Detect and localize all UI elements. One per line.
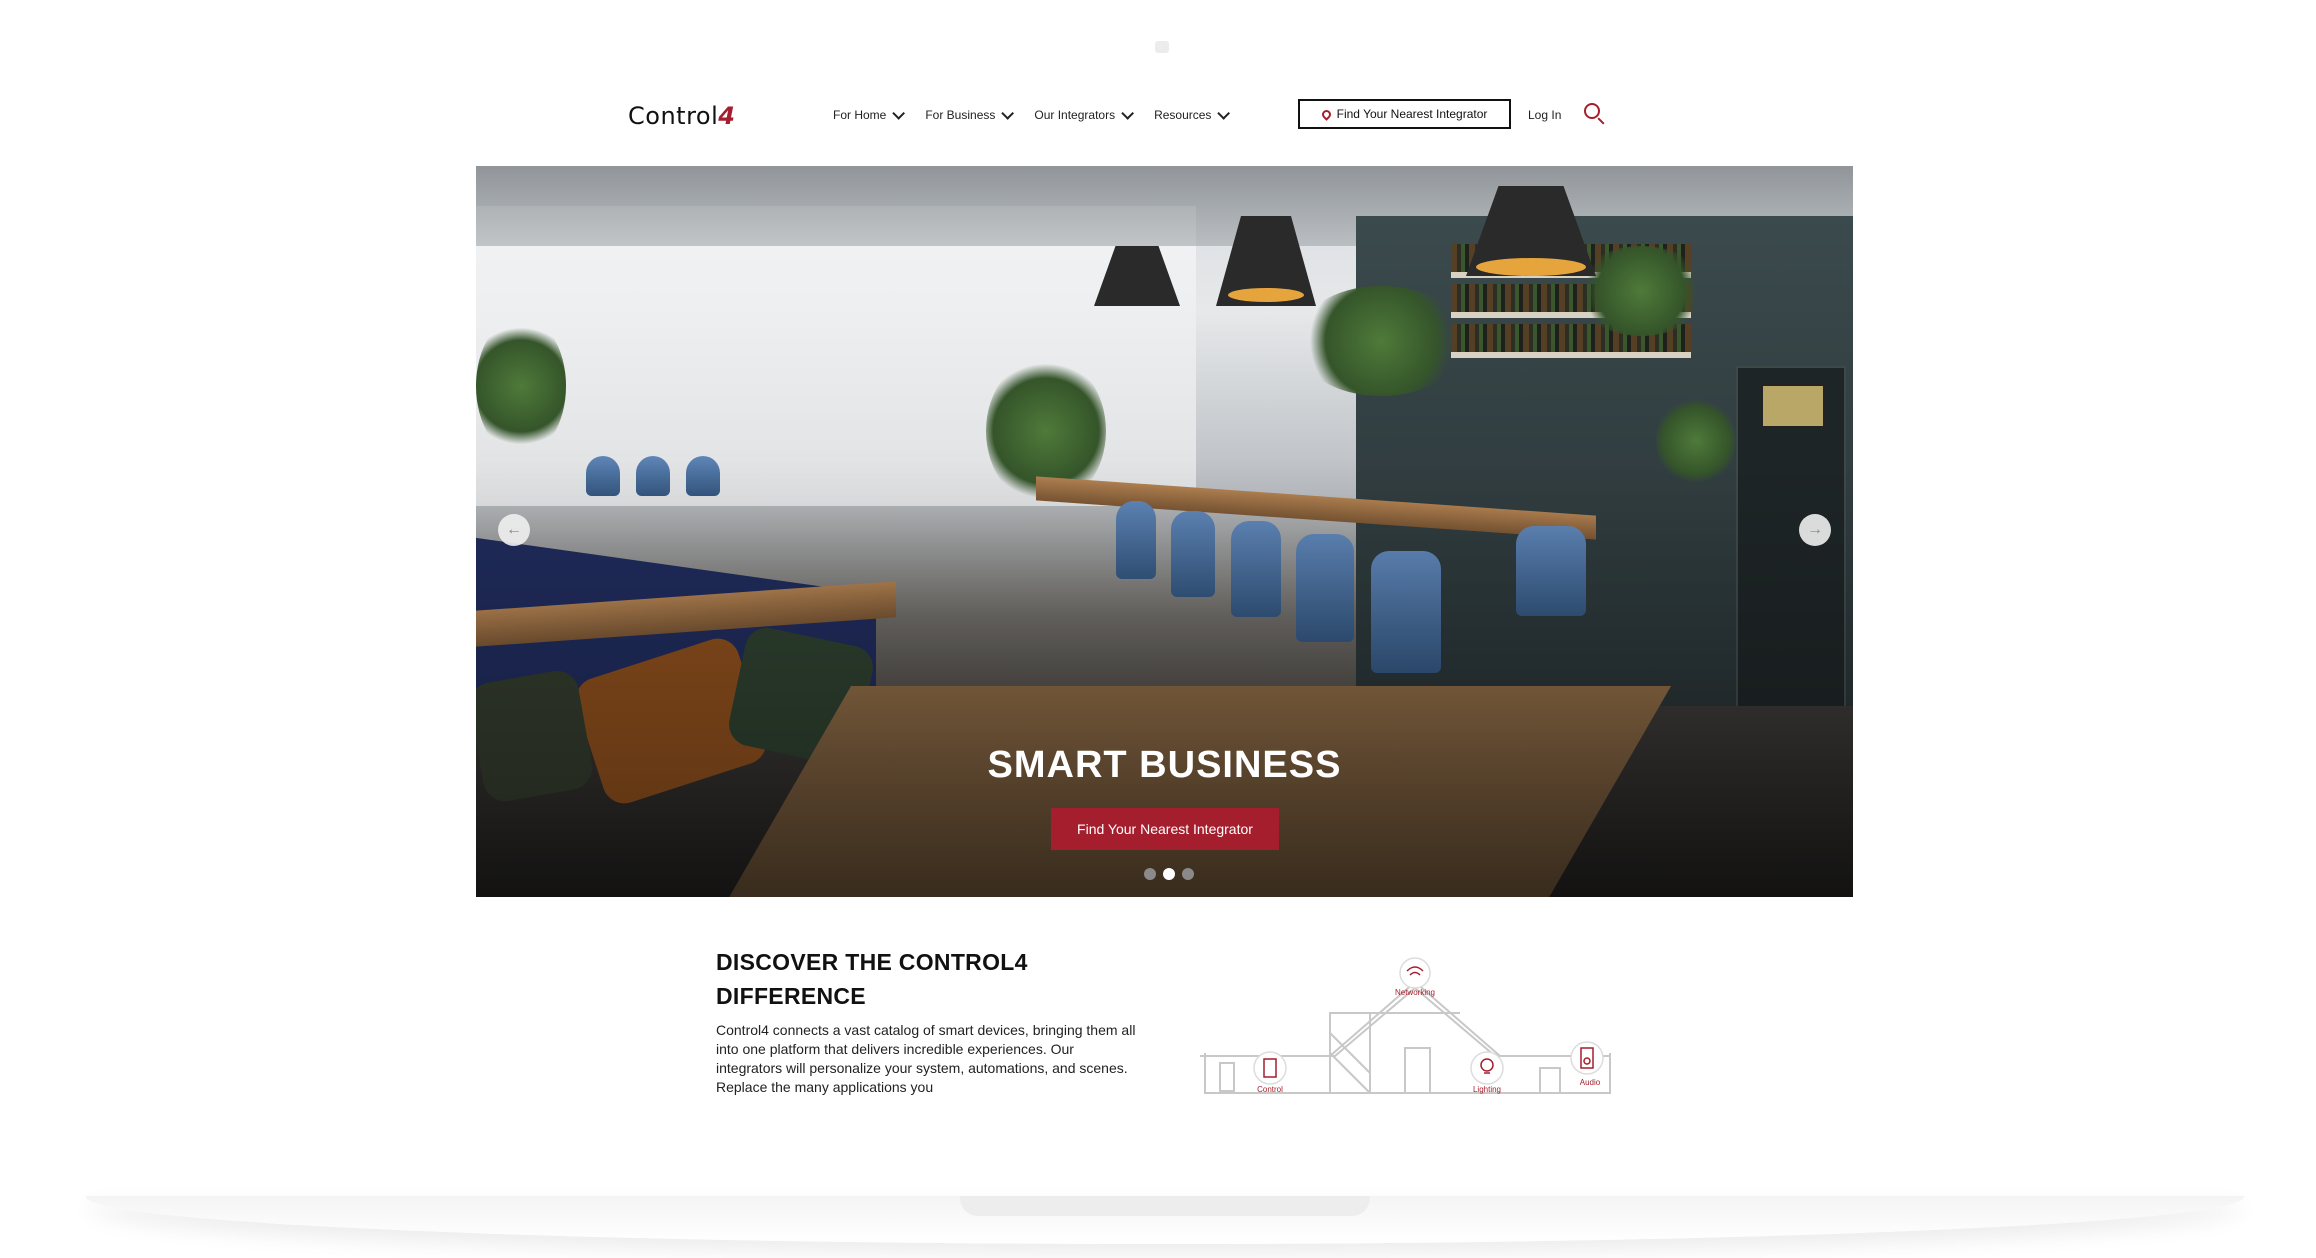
nav-label: Resources: [1154, 108, 1212, 122]
house-diagram: Networking Control Lighting Audio: [1200, 957, 1611, 1094]
house-illustration: Networking Control Lighting Audio: [1200, 938, 1615, 1096]
arrow-left-icon: ←: [506, 521, 522, 538]
lighting-label: Lighting: [1473, 1085, 1501, 1094]
hero-title: SMART BUSINESS: [987, 744, 1342, 786]
carousel-next-button[interactable]: →: [1799, 514, 1831, 546]
hero-shade: [476, 166, 1853, 897]
control4-logo[interactable]: Control4: [628, 102, 735, 130]
discover-title: DISCOVER THE CONTROL4 DIFFERENCE: [716, 949, 1028, 1009]
nav-for-home[interactable]: For Home: [833, 106, 906, 122]
hero-carousel: ← → SMART BUSINESS Find Your Nearest Int…: [476, 166, 1853, 897]
nav-for-business[interactable]: For Business: [925, 106, 1015, 122]
location-pin-icon: [1319, 107, 1333, 121]
chevron-down-icon: [1121, 106, 1135, 120]
carousel-dot-active[interactable]: [1163, 868, 1175, 880]
search-icon[interactable]: [1584, 103, 1600, 119]
login-link[interactable]: Log In: [1528, 108, 1561, 122]
arrow-right-icon: →: [1807, 521, 1823, 538]
nav-label: For Home: [833, 108, 887, 122]
carousel-dot[interactable]: [1144, 868, 1156, 880]
carousel-dot[interactable]: [1182, 868, 1194, 880]
hero-cta-button[interactable]: Find Your Nearest Integrator: [1051, 808, 1279, 850]
control-label: Control: [1257, 1085, 1283, 1094]
nav-our-integrators[interactable]: Our Integrators: [1034, 106, 1135, 122]
nav-resources[interactable]: Resources: [1154, 106, 1231, 122]
nav-label: For Business: [925, 108, 996, 122]
nav-label: Our Integrators: [1034, 108, 1116, 122]
chevron-down-icon: [1217, 106, 1231, 120]
find-integrator-button[interactable]: Find Your Nearest Integrator: [1298, 99, 1511, 129]
camera-dot: [1155, 41, 1169, 53]
discover-body: Control4 connects a vast catalog of smar…: [716, 1022, 1136, 1095]
chevron-down-icon: [892, 106, 906, 120]
logo-mark: 4: [718, 102, 736, 130]
laptop-notch: [960, 1196, 1370, 1216]
site-header: Control4 For Home For Business Our Integ…: [628, 96, 1628, 140]
chevron-down-icon: [1001, 106, 1015, 120]
carousel-prev-button[interactable]: ←: [498, 514, 530, 546]
logo-text: Control: [628, 102, 719, 130]
find-integrator-label: Find Your Nearest Integrator: [1336, 107, 1488, 121]
audio-label: Audio: [1580, 1078, 1601, 1087]
networking-label: Networking: [1395, 988, 1435, 997]
main-nav: For Home For Business Our Integrators Re…: [833, 106, 1231, 122]
carousel-dots: [1144, 868, 1194, 880]
